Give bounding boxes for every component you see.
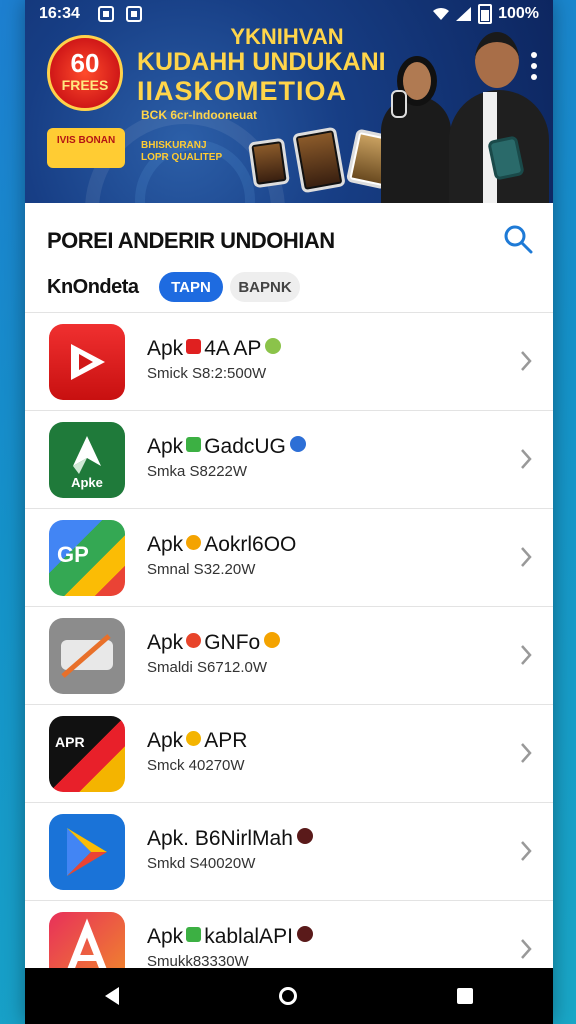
verified-badge-icon: [264, 632, 281, 648]
search-icon[interactable]: [503, 224, 533, 254]
man-head: [475, 32, 519, 88]
home-icon[interactable]: [279, 987, 297, 1005]
app-title: Apk APR: [147, 729, 248, 752]
pencil-app-icon: [49, 618, 125, 694]
chevron-right-icon: [521, 449, 532, 469]
banner-headline: KUDAHH UNDUKANI: [137, 48, 386, 76]
verified-badge-icon: [289, 436, 306, 452]
app-title: Apk. B6NirlMah: [147, 827, 313, 851]
app-meta: Smnal S32.20W: [147, 561, 256, 578]
badge-number: 60: [70, 48, 100, 78]
app-title: Apk Aokrl6OO: [147, 533, 297, 556]
list-item[interactable]: Apk 4A AP Smick S8:2:500W: [25, 312, 553, 410]
icon-label: Apke: [71, 475, 103, 490]
app-meta: Smaldi S6712.0W: [147, 659, 268, 676]
filter-chip-active[interactable]: TAPN: [159, 272, 223, 302]
recent-apps-icon[interactable]: [457, 988, 473, 1004]
list-item[interactable]: APR Apk APR Smck 40270W: [25, 704, 553, 802]
back-icon[interactable]: [105, 987, 119, 1005]
chevron-right-icon: [521, 547, 532, 567]
banner-tag: IVIS BONAN: [47, 128, 125, 168]
icon-label: GP: [57, 542, 89, 567]
promo-banner[interactable]: 60 FREES YKNIHVAN KUDAHH UNDUKANI IIASKO…: [25, 0, 553, 203]
list-item[interactable]: GP Apk Aokrl6OO Smnal S32.20W: [25, 508, 553, 606]
app-meta: Smick S8:2:500W: [147, 365, 267, 382]
play-store-app-icon: [49, 814, 125, 890]
list-item[interactable]: Apk. B6NirlMah Smkd S40020W: [25, 802, 553, 900]
lock-badge-icon: [296, 828, 313, 844]
signal-icon: [456, 7, 472, 21]
chevron-right-icon: [521, 939, 532, 959]
app-tag-icon: [186, 339, 202, 354]
notification-icon: [125, 6, 142, 22]
app-meta: Smkd S40020W: [147, 855, 256, 872]
battery-level: 100%: [498, 5, 539, 22]
app-screen: 60 FREES YKNIHVAN KUDAHH UNDUKANI IIASKO…: [25, 0, 553, 1024]
page-title: POREI ANDERIR UNDOHIAN: [47, 228, 335, 253]
lock-badge-icon: [296, 926, 313, 942]
status-bar: 16:34 100%: [25, 0, 553, 28]
list-item[interactable]: Apke Apk GadcUG Smka S8222W: [25, 410, 553, 508]
phone-in-hand: [391, 90, 407, 118]
more-options-icon[interactable]: [531, 52, 537, 80]
app-meta: Smck 40270W: [147, 757, 245, 774]
icon-label: APR: [55, 734, 85, 750]
chevron-right-icon: [521, 645, 532, 665]
app-title: Apk kablalAPI: [147, 925, 313, 949]
apr-app-icon: APR: [49, 716, 125, 792]
banner-tag: BHISKURANJ LOPR QUALITEP: [141, 140, 223, 163]
chevron-right-icon: [521, 351, 532, 371]
gp-app-icon: GP: [49, 520, 125, 596]
app-tag-icon: [186, 633, 202, 648]
app-title: Apk GadcUG: [147, 435, 306, 459]
navigation-bar: [25, 968, 553, 1024]
tablet-image: [247, 137, 291, 189]
section-subtitle: KnOndeta: [47, 276, 139, 298]
discount-badge: 60 FREES: [47, 35, 123, 111]
app-meta: Smka S8222W: [147, 463, 248, 480]
chevron-right-icon: [521, 743, 532, 763]
wifi-icon: [433, 7, 450, 20]
notification-icon: [97, 6, 114, 22]
app-tag-icon: [186, 437, 202, 452]
app-tag-icon: [186, 927, 202, 942]
verified-badge-icon: [265, 338, 282, 354]
green-app-icon: Apke: [49, 422, 125, 498]
app-title: Apk GNFo: [147, 631, 281, 655]
tablet-image: [292, 126, 346, 194]
chevron-right-icon: [521, 841, 532, 861]
status-time: 16:34: [39, 5, 80, 22]
filter-chip[interactable]: BAPNK: [230, 272, 300, 302]
battery-icon: [478, 4, 493, 24]
play-video-app-icon: [49, 324, 125, 400]
app-tag-icon: [186, 535, 202, 550]
banner-subline: BCK 6cr-Indooneuat: [141, 108, 258, 122]
app-tag-icon: [186, 731, 202, 746]
banner-headline: IIASKOMETIOA: [137, 76, 348, 106]
app-list: Apk 4A AP Smick S8:2:500W Apke Apk GadcUG …: [25, 312, 553, 998]
app-title: Apk 4A AP: [147, 337, 282, 361]
banner-headline: YKNIHVAN: [230, 24, 344, 49]
badge-text: FREES: [61, 77, 109, 93]
list-item[interactable]: Apk GNFo Smaldi S6712.0W: [25, 606, 553, 704]
